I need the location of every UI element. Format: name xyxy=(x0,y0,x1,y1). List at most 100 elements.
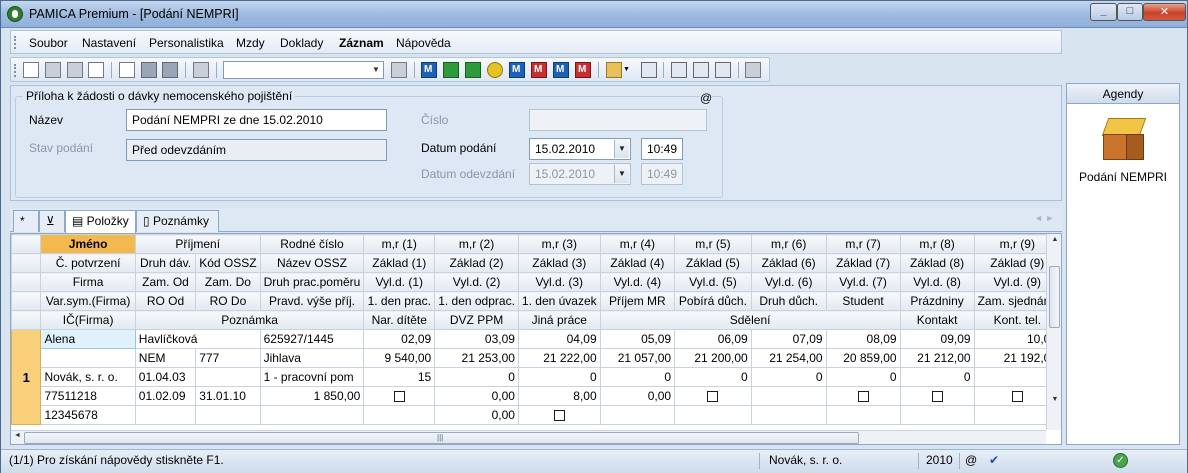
copy-icon[interactable] xyxy=(193,62,209,78)
table-cell[interactable] xyxy=(674,405,752,425)
table-cell[interactable]: 03,09 xyxy=(434,329,519,349)
column-header[interactable]: Základ (4) xyxy=(599,253,676,273)
table-cell[interactable]: 0,00 xyxy=(434,405,519,425)
table-cell[interactable]: Alena xyxy=(40,329,136,349)
tab-filter[interactable]: ⊻ xyxy=(39,210,65,232)
column-header[interactable]: RO Do xyxy=(195,291,261,311)
column-header[interactable]: Rodné číslo xyxy=(259,234,365,254)
record-indicator[interactable]: 1 xyxy=(11,329,42,425)
checkbox[interactable] xyxy=(393,391,405,403)
cas-podani-field[interactable]: 10:49 xyxy=(641,138,683,160)
table-cell[interactable] xyxy=(599,405,676,425)
column-header[interactable]: Druh dáv. xyxy=(134,253,197,273)
table-cell[interactable] xyxy=(825,386,901,406)
filter-combo[interactable]: ▼ xyxy=(223,61,384,79)
table-cell[interactable]: 0 xyxy=(750,367,827,387)
upload-icon[interactable] xyxy=(465,62,481,78)
column-header[interactable]: 1. den úvazek xyxy=(517,291,601,311)
column-header[interactable]: Druh prac.poměru xyxy=(259,272,365,292)
module-m5-icon[interactable] xyxy=(575,62,591,78)
column-header[interactable]: Sdělení xyxy=(599,310,901,330)
table-cell[interactable]: 08,09 xyxy=(825,329,901,349)
table-cell[interactable]: 15 xyxy=(363,367,436,387)
table-cell[interactable]: 1 850,00 xyxy=(259,386,365,406)
table-row[interactable]: 1 Alena Havlíčková 625927/1445 02,09 03,09 04,… xyxy=(11,329,1061,425)
module-m2-icon[interactable] xyxy=(509,62,525,78)
table-cell[interactable]: NEM xyxy=(134,348,197,368)
tools-icon[interactable] xyxy=(45,62,61,78)
column-header[interactable]: Základ (3) xyxy=(517,253,601,273)
chevron-down-icon[interactable]: ▼ xyxy=(369,62,383,78)
table-cell[interactable]: 01.02.09 xyxy=(134,386,197,406)
table-row[interactable]: 12345678 0,00 xyxy=(12,405,1061,425)
table-cell[interactable]: 21 222,00 xyxy=(517,348,601,368)
maximize-button[interactable]: □ xyxy=(1117,3,1143,21)
table-cell[interactable]: Havlíčková xyxy=(134,329,261,349)
column-header[interactable]: Poznámka xyxy=(134,310,365,330)
menu-mzdy[interactable]: Mzdy xyxy=(236,36,265,50)
column-header[interactable]: Č. potvrzení xyxy=(40,253,136,273)
column-header[interactable]: Základ (2) xyxy=(434,253,519,273)
datum-podani-field[interactable]: 15.02.2010 ▼ xyxy=(529,138,631,160)
table-cell[interactable]: 04,09 xyxy=(517,329,601,349)
table-cell[interactable]: 0 xyxy=(434,367,519,387)
help-icon[interactable] xyxy=(745,62,761,78)
table-cell[interactable]: 0 xyxy=(517,367,601,387)
table-cell[interactable]: Novák, s. r. o. xyxy=(40,367,136,387)
column-header[interactable]: m,r (1) xyxy=(363,234,436,254)
accessibility-icon[interactable] xyxy=(487,62,503,78)
column-header[interactable]: Kontakt xyxy=(899,310,975,330)
filter-icon[interactable] xyxy=(391,62,407,78)
checkbox[interactable] xyxy=(553,410,565,422)
table-cell[interactable] xyxy=(134,405,197,425)
vertical-scroll-thumb[interactable] xyxy=(1049,266,1060,328)
new-document-icon[interactable] xyxy=(119,62,135,78)
column-header[interactable]: Vyl.d. (1) xyxy=(363,272,436,292)
column-header[interactable]: Prázdniny xyxy=(899,291,975,311)
table-cell[interactable]: 8,00 xyxy=(517,386,601,406)
print-preview-icon[interactable] xyxy=(88,62,104,78)
table-cell[interactable] xyxy=(259,405,365,425)
column-header[interactable]: Základ (8) xyxy=(899,253,975,273)
table-cell[interactable]: 20 859,00 xyxy=(825,348,901,368)
table-cell[interactable]: 06,09 xyxy=(674,329,752,349)
column-header[interactable]: Vyl.d. (8) xyxy=(899,272,975,292)
column-header[interactable]: Základ (6) xyxy=(750,253,827,273)
table-cell[interactable] xyxy=(195,367,261,387)
column-header[interactable]: m,r (4) xyxy=(599,234,676,254)
module-m3-icon[interactable] xyxy=(531,62,547,78)
menu-soubor[interactable]: Soubor xyxy=(29,36,68,50)
column-header[interactable]: Firma xyxy=(40,272,136,292)
table-cell[interactable]: 09,09 xyxy=(899,329,975,349)
table-cell[interactable]: 21 253,00 xyxy=(434,348,519,368)
column-header[interactable]: Základ (7) xyxy=(825,253,901,273)
table-cell[interactable]: 0 xyxy=(599,367,676,387)
column-header[interactable]: Vyl.d. (7) xyxy=(825,272,901,292)
column-header[interactable]: m,r (2) xyxy=(434,234,519,254)
print-icon[interactable] xyxy=(67,62,83,78)
tab-scroll-arrows[interactable]: ◄ ► xyxy=(1034,213,1054,223)
table-cell[interactable] xyxy=(363,405,436,425)
checkbox[interactable] xyxy=(857,391,869,403)
column-header[interactable]: Pravd. výše příj. xyxy=(259,291,365,311)
column-header[interactable]: Var.sym.(Firma) xyxy=(40,291,136,311)
list-icon[interactable] xyxy=(693,62,709,78)
column-header[interactable]: Pobírá důch. xyxy=(674,291,752,311)
menu-grip[interactable] xyxy=(14,36,17,49)
nazev-field[interactable]: Podání NEMPRI ze dne 15.02.2010 xyxy=(126,109,387,131)
table-cell[interactable]: Jihlava xyxy=(259,348,365,368)
module-m4-icon[interactable] xyxy=(553,62,569,78)
table-cell[interactable]: 1 - pracovní pom xyxy=(259,367,365,387)
table-cell[interactable] xyxy=(750,405,827,425)
table-cell[interactable]: 12345678 xyxy=(40,405,136,425)
tab-poznamky[interactable]: ▯ Poznámky xyxy=(136,210,219,232)
table-cell[interactable] xyxy=(750,386,827,406)
column-header[interactable]: Vyl.d. (3) xyxy=(517,272,601,292)
menu-doklady[interactable]: Doklady xyxy=(280,36,323,50)
column-header[interactable]: Vyl.d. (4) xyxy=(599,272,676,292)
column-header[interactable]: Základ (1) xyxy=(363,253,436,273)
table-row[interactable]: Novák, s. r. o. 01.04.03 1 - pracovní pom 1… xyxy=(12,367,1061,387)
column-header[interactable]: Druh důch. xyxy=(750,291,827,311)
table-cell[interactable]: 01.04.03 xyxy=(134,367,197,387)
table-cell[interactable]: 0,00 xyxy=(599,386,676,406)
